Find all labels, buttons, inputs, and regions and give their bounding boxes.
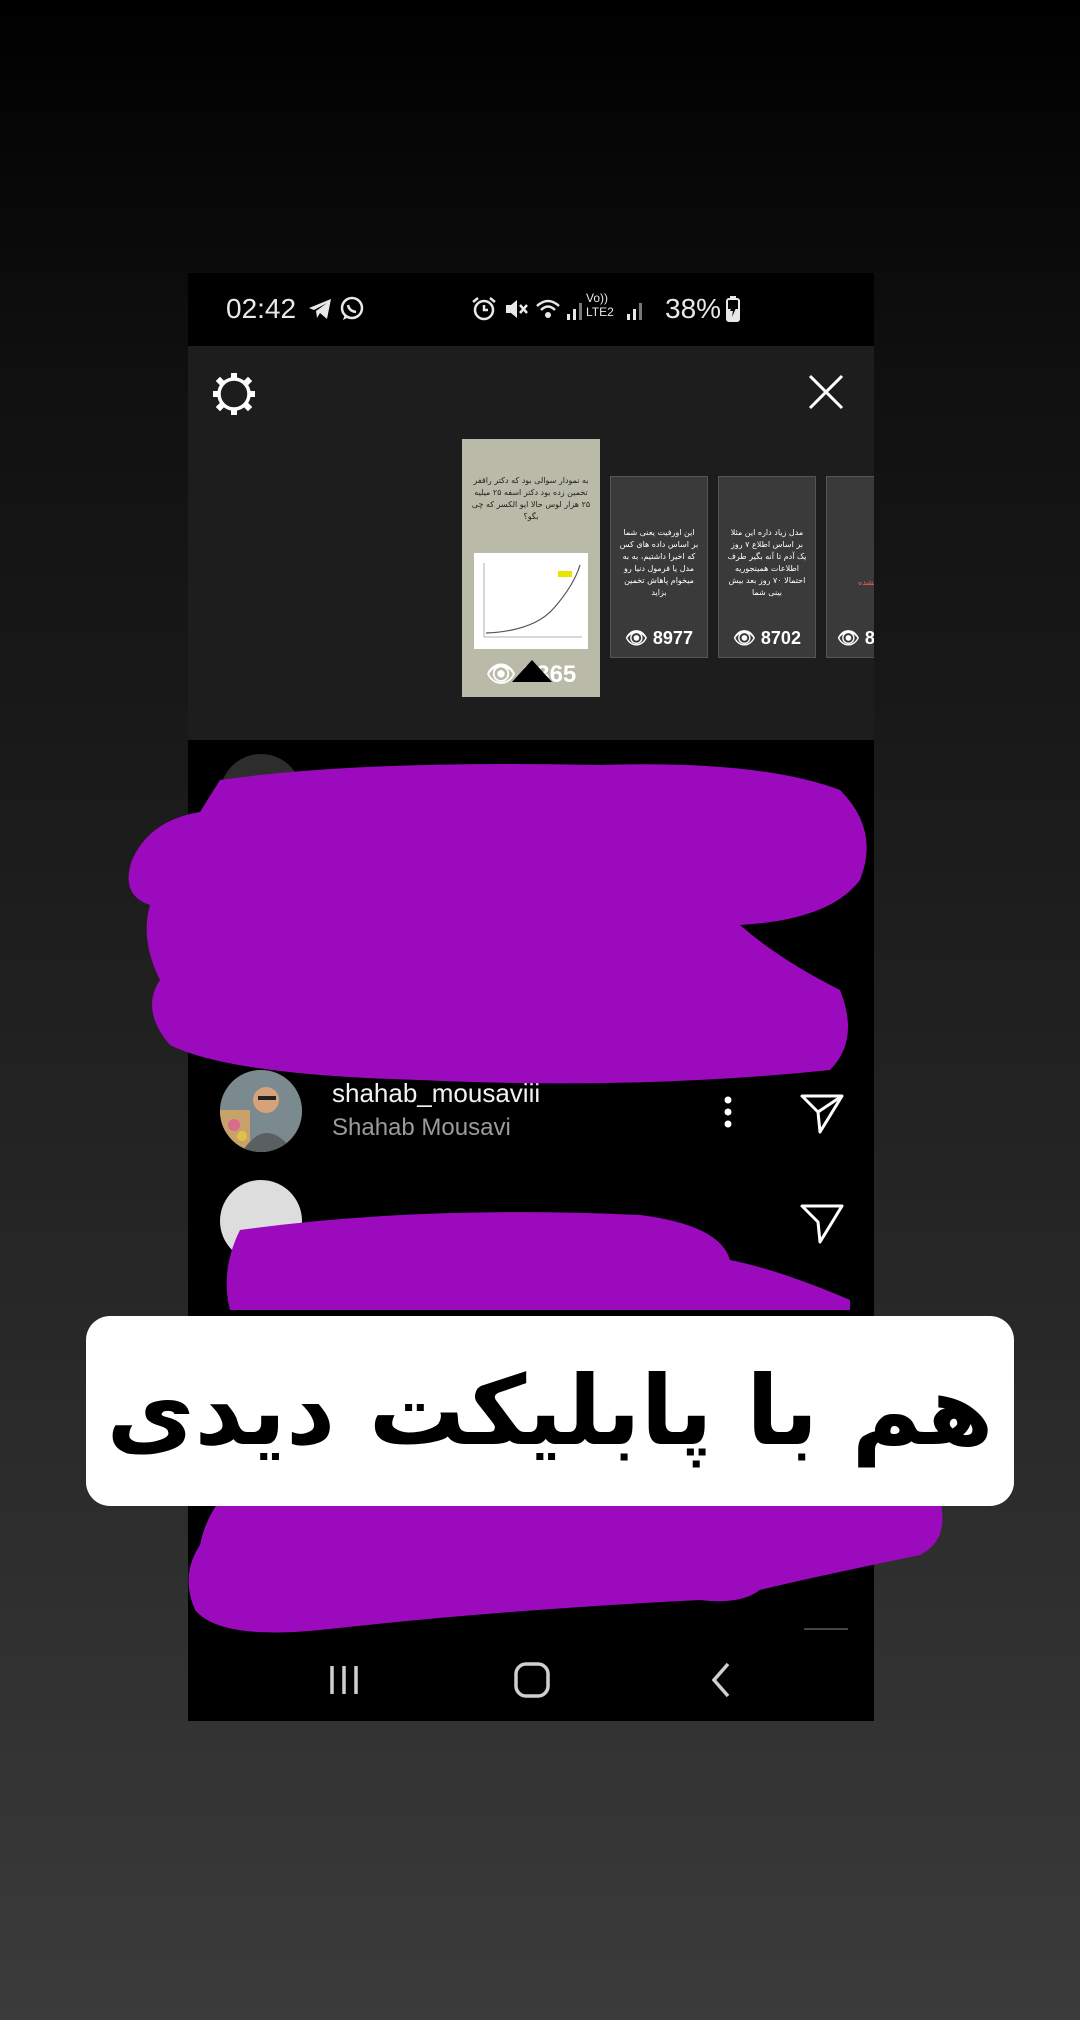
caption-sticker: هم با پابلیکت دیدی — [86, 1316, 1014, 1506]
avatar — [220, 1180, 302, 1262]
battery-charging-icon — [726, 296, 740, 322]
home-icon[interactable] — [508, 1658, 556, 1702]
story-view-count: 👁 8977 — [625, 628, 693, 648]
status-bar: 02:42 Vo)) LTE2 38% — [188, 273, 874, 346]
chart-thumbnail-image — [474, 553, 588, 649]
viewer-full-name: Shahab Mousavi — [332, 1114, 511, 1141]
story-view-count-value: 8 — [864, 628, 874, 648]
viewer-username[interactable]: shahab_mousaviii — [332, 1078, 540, 1109]
telegram-icon — [309, 299, 331, 319]
selected-story-pointer — [512, 660, 552, 682]
story-thumbnail-selected[interactable]: به نمودار سوالی بود که دکتر راقفر تخمین … — [462, 439, 600, 697]
close-icon[interactable] — [806, 372, 846, 412]
viewer-row[interactable] — [188, 1166, 874, 1276]
wifi-icon — [536, 299, 560, 318]
story-thumbnail-text: این اورفیت یعنی شما بر اساس داده های کس … — [619, 528, 699, 597]
viewer-full-name: yoghen — [450, 986, 529, 1013]
avatar — [220, 754, 302, 836]
send-icon[interactable] — [798, 1088, 846, 1136]
network-label: Vo)) LTE2 — [586, 291, 614, 319]
story-thumbnail[interactable]: این اورفیت یعنی شما بر اساس داده های کس … — [610, 476, 708, 658]
viewer-row[interactable]: shahab_mousaviii Shahab Mousavi — [188, 1056, 874, 1166]
mute-icon — [506, 300, 528, 318]
send-icon[interactable] — [798, 1198, 846, 1246]
whatsapp-icon — [340, 296, 364, 320]
story-view-count-value: 8702 — [760, 628, 801, 648]
signal-icon — [567, 303, 582, 320]
avatar[interactable] — [220, 1070, 302, 1152]
viewer-row[interactable] — [188, 850, 874, 960]
battery-percent: 38% — [665, 293, 722, 324]
alarm-icon — [472, 297, 496, 321]
story-thumbnail[interactable]: لازم نشده 👁 8 — [826, 476, 874, 658]
recents-icon[interactable] — [320, 1658, 368, 1702]
viewer-row[interactable]: yoghen — [188, 946, 874, 1056]
story-view-count: 👁 8 — [837, 628, 874, 648]
viewer-row[interactable] — [188, 740, 874, 850]
story-view-count-value: 8977 — [652, 628, 693, 648]
signal-icon — [627, 303, 642, 320]
android-nav-bar — [188, 1638, 874, 1721]
divider — [804, 1628, 848, 1630]
story-thumbnail-text: مدل زیاد داره این مثلا بر اساس اطلاع ۷ ر… — [727, 528, 807, 597]
avatar — [220, 864, 302, 946]
story-thumbnail-text: به نمودار سوالی بود که دکتر راقفر تخمین … — [471, 476, 591, 521]
avatar-image — [220, 1070, 302, 1152]
back-icon[interactable] — [698, 1658, 746, 1702]
more-vertical-icon[interactable] — [718, 1092, 738, 1132]
status-time: 02:42 — [226, 293, 297, 324]
story-thumbnail[interactable]: مدل زیاد داره این مثلا بر اساس اطلاع ۷ ر… — [718, 476, 816, 658]
gear-icon[interactable] — [210, 370, 258, 418]
story-view-count: 👁 8702 — [733, 628, 801, 648]
story-thumbnail-text: لازم نشده — [858, 578, 874, 587]
